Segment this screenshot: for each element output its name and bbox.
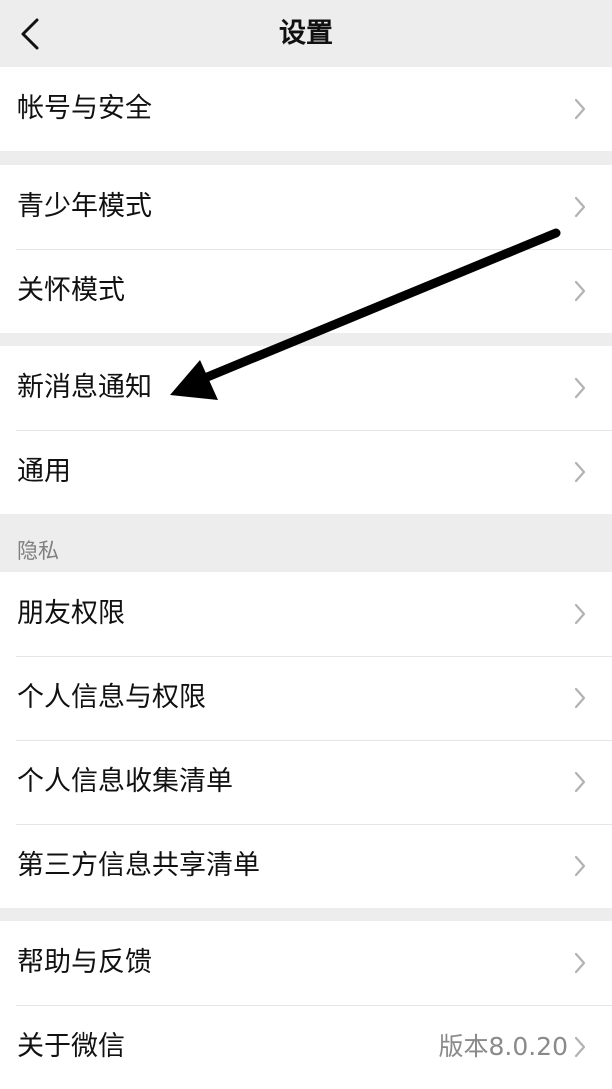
chevron-right-icon	[574, 952, 586, 974]
settings-row-general[interactable]: 通用	[0, 430, 612, 514]
row-label: 关怀模式	[17, 275, 125, 306]
settings-row-account-security[interactable]: 帐号与安全	[0, 67, 612, 151]
settings-group-account: 帐号与安全	[0, 67, 612, 151]
row-label: 个人信息收集清单	[17, 766, 233, 797]
settings-group-privacy: 朋友权限 个人信息与权限 个人信息收集清单 第三方信息共享清单	[0, 572, 612, 908]
row-label: 新消息通知	[17, 372, 152, 403]
chevron-right-icon	[574, 98, 586, 120]
settings-row-personal-info-permissions[interactable]: 个人信息与权限	[0, 656, 612, 740]
navigation-bar: 设置	[0, 0, 612, 67]
chevron-left-icon	[21, 18, 39, 49]
settings-group-notifications: 新消息通知 通用	[0, 346, 612, 514]
chevron-right-icon	[574, 603, 586, 625]
back-button[interactable]	[0, 0, 60, 67]
row-label: 帮助与反馈	[17, 947, 152, 978]
settings-row-help-feedback[interactable]: 帮助与反馈	[0, 921, 612, 1005]
settings-row-care-mode[interactable]: 关怀模式	[0, 249, 612, 333]
settings-row-personal-info-collection-list[interactable]: 个人信息收集清单	[0, 740, 612, 824]
chevron-right-icon	[574, 771, 586, 793]
chevron-right-icon	[574, 855, 586, 877]
settings-group-modes: 青少年模式 关怀模式	[0, 165, 612, 333]
chevron-right-icon	[574, 377, 586, 399]
version-value: 版本8.0.20	[438, 1032, 568, 1061]
settings-group-help: 帮助与反馈 关于微信 版本8.0.20	[0, 921, 612, 1089]
chevron-right-icon	[574, 280, 586, 302]
chevron-right-icon	[574, 461, 586, 483]
section-header-privacy: 隐私	[17, 539, 59, 563]
row-label: 关于微信	[17, 1031, 125, 1062]
settings-row-teen-mode[interactable]: 青少年模式	[0, 165, 612, 249]
row-label: 青少年模式	[17, 191, 152, 222]
settings-row-new-message-notification[interactable]: 新消息通知	[0, 346, 612, 430]
chevron-right-icon	[574, 1036, 586, 1058]
row-label: 朋友权限	[17, 598, 125, 629]
settings-row-friend-permissions[interactable]: 朋友权限	[0, 572, 612, 656]
chevron-right-icon	[574, 196, 586, 218]
page-title: 设置	[279, 18, 333, 49]
row-label: 个人信息与权限	[17, 682, 206, 713]
chevron-right-icon	[574, 687, 586, 709]
row-label: 通用	[17, 456, 71, 487]
settings-row-third-party-sharing-list[interactable]: 第三方信息共享清单	[0, 824, 612, 908]
row-label: 帐号与安全	[17, 93, 152, 124]
row-label: 第三方信息共享清单	[17, 850, 260, 881]
settings-row-about-wechat[interactable]: 关于微信 版本8.0.20	[0, 1005, 612, 1089]
